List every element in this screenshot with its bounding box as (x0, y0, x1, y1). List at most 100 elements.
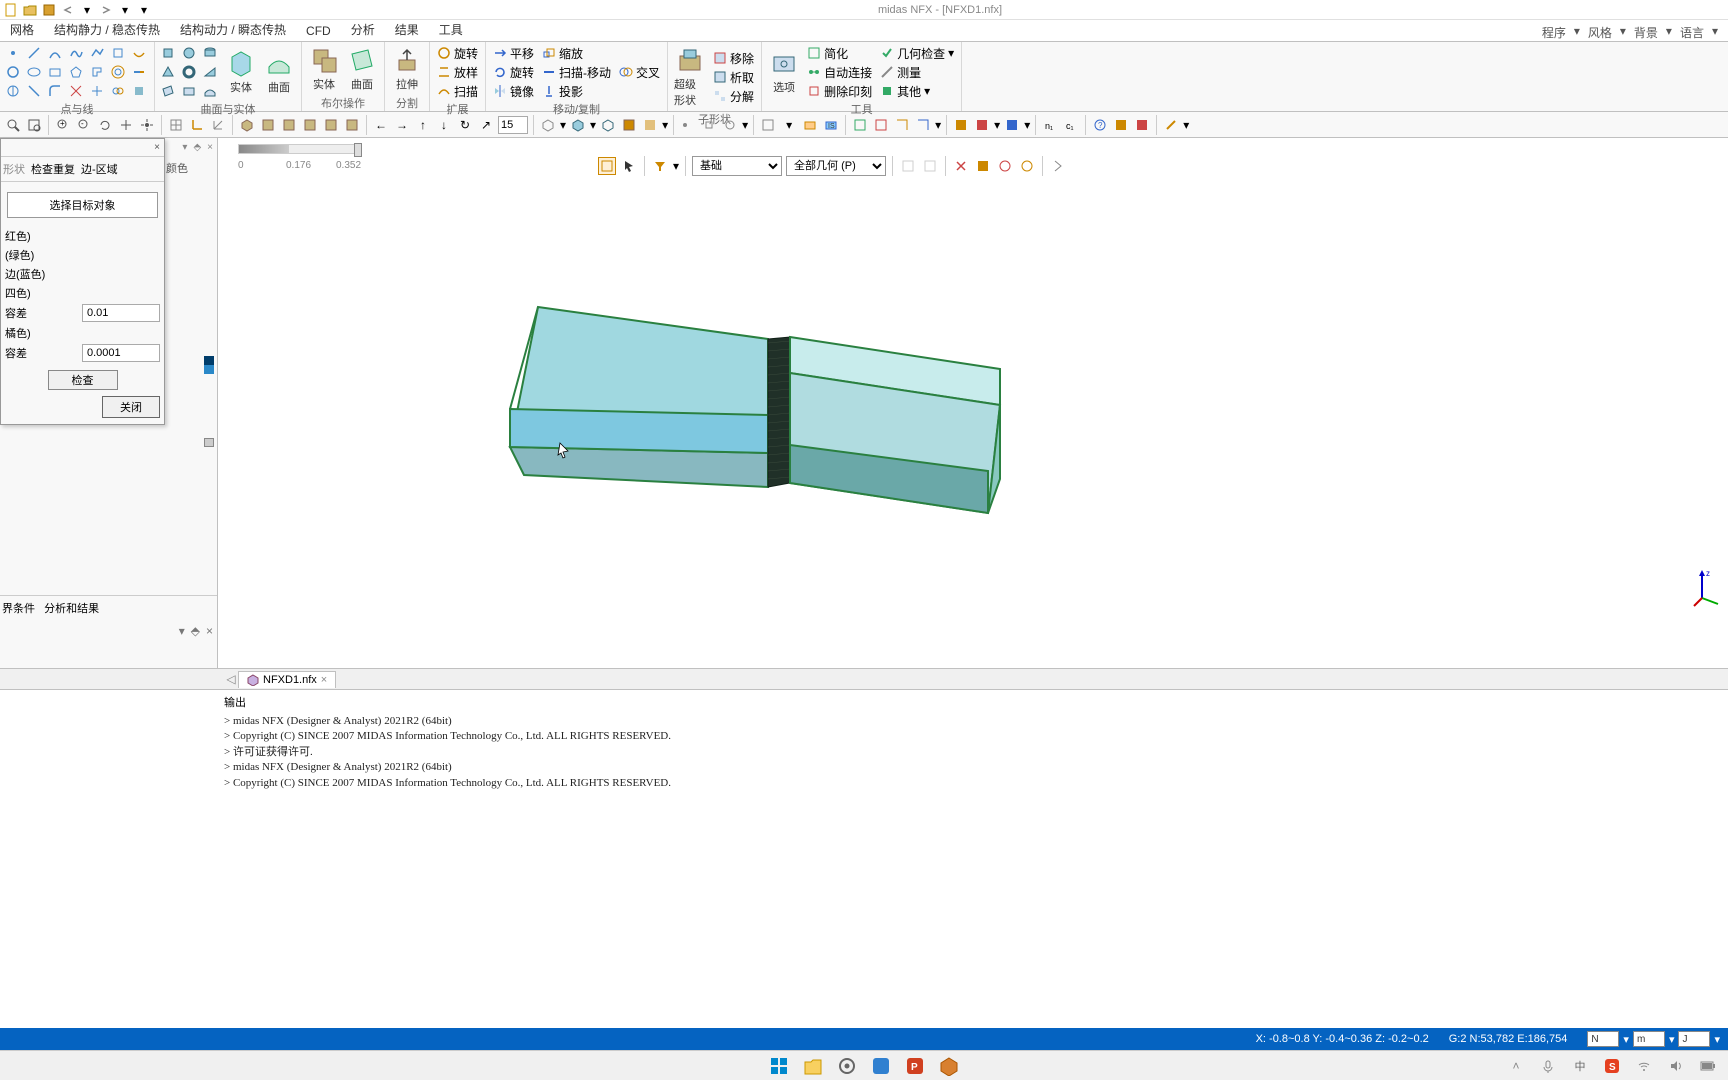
tab-analysis-results[interactable]: 分析和结果 (44, 603, 99, 615)
simplify-button[interactable]: 简化 (804, 44, 875, 62)
m4-icon[interactable] (914, 116, 932, 134)
right-icon[interactable] (322, 116, 340, 134)
trim-icon[interactable] (67, 82, 85, 100)
sel-arrow-icon[interactable] (620, 157, 638, 175)
extend-icon[interactable] (130, 63, 148, 81)
ruler-handle[interactable] (354, 143, 362, 157)
torus-icon[interactable] (180, 63, 198, 81)
close-button[interactable]: 关闭 (102, 396, 160, 418)
polyline-icon[interactable] (88, 44, 106, 62)
top-icon[interactable] (343, 116, 361, 134)
geocheck-button[interactable]: 几何检查▾ (877, 44, 957, 62)
edit-icon[interactable] (1162, 116, 1180, 134)
revolve-button[interactable]: 旋转 (434, 44, 481, 62)
point-icon[interactable] (4, 44, 22, 62)
n1-icon[interactable] (952, 116, 970, 134)
n5-icon[interactable]: c₁ (1062, 116, 1080, 134)
vp-f-icon[interactable] (1018, 157, 1036, 175)
mirror-button[interactable]: 镜像 (490, 82, 537, 100)
sphere-icon[interactable] (180, 44, 198, 62)
select-target[interactable]: 选择目标对象 (7, 192, 158, 218)
mic-icon[interactable] (1536, 1054, 1560, 1078)
options-button[interactable]: 选项 (766, 47, 802, 97)
ime-icon[interactable]: 中 (1568, 1054, 1592, 1078)
vp-d-icon[interactable] (974, 157, 992, 175)
document-tab[interactable]: NFXD1.nfx × (238, 671, 336, 688)
new-file-icon[interactable] (3, 2, 19, 18)
front-icon[interactable] (259, 116, 277, 134)
tab-edgeregion[interactable]: 边-区域 (81, 161, 118, 177)
tab-bc[interactable]: 界条件 (2, 603, 35, 615)
render-icon[interactable] (539, 116, 557, 134)
open-file-icon[interactable] (22, 2, 38, 18)
left-icon[interactable] (301, 116, 319, 134)
wire-icon[interactable] (599, 116, 617, 134)
center-icon[interactable] (138, 116, 156, 134)
arc-icon[interactable] (46, 44, 64, 62)
sketch-icon[interactable] (109, 44, 127, 62)
menu-program[interactable]: 程序 (1542, 24, 1566, 41)
tol2-input[interactable] (82, 344, 160, 362)
break-icon[interactable] (109, 82, 127, 100)
project-button[interactable]: 投影 (539, 82, 614, 100)
intersect-icon[interactable] (88, 82, 106, 100)
sweep-button[interactable]: 扫描 (434, 82, 481, 100)
nav-right-icon[interactable]: → (393, 116, 411, 134)
autoconnect-button[interactable]: 自动连接 (804, 63, 875, 81)
dropdown-icon[interactable]: ▾ (117, 2, 133, 18)
cone-icon[interactable] (159, 63, 177, 81)
panel-dropdown-icon[interactable]: ▾ (182, 142, 187, 153)
close-icon[interactable]: × (321, 674, 327, 686)
filter-select-1[interactable]: 基础 (692, 156, 782, 176)
undo-icon[interactable] (60, 2, 76, 18)
remove-button[interactable]: 移除 (710, 49, 757, 67)
powerpoint-icon[interactable]: P (903, 1054, 927, 1078)
start-icon[interactable] (767, 1054, 791, 1078)
tab-static[interactable]: 结构静力 / 稳态传热 (44, 18, 170, 41)
battery-icon[interactable] (1696, 1054, 1720, 1078)
tab-mesh[interactable]: 网格 (0, 18, 44, 41)
extract-button[interactable]: 析取 (710, 68, 757, 86)
settings-icon[interactable] (835, 1054, 859, 1078)
panel2-close-icon[interactable]: × (206, 624, 213, 638)
label2-icon[interactable]: IS (822, 116, 840, 134)
arc2-icon[interactable] (25, 82, 43, 100)
tol1-input[interactable] (82, 304, 160, 322)
tab-tools[interactable]: 工具 (429, 18, 473, 41)
m1-icon[interactable] (851, 116, 869, 134)
nav-down-icon[interactable]: ↓ (435, 116, 453, 134)
iso-icon[interactable] (238, 116, 256, 134)
imprint-button[interactable]: 删除印刻 (804, 82, 875, 100)
spline-icon[interactable] (67, 44, 85, 62)
panel2-dropdown-icon[interactable]: ▾ (179, 624, 185, 638)
dropdown-icon[interactable]: ▾ (79, 2, 95, 18)
customize-icon[interactable]: ▾ (136, 2, 152, 18)
zoom-out-icon[interactable]: - (75, 116, 93, 134)
panel2-pin-icon[interactable]: ⬘ (191, 624, 200, 638)
surface-button[interactable]: 曲面 (261, 47, 297, 97)
tab-cfd[interactable]: CFD (296, 21, 341, 41)
tray-up-icon[interactable]: ˄ (1504, 1054, 1528, 1078)
back-icon[interactable] (280, 116, 298, 134)
check-button[interactable]: 检查 (48, 370, 118, 390)
sogou-icon[interactable]: S (1600, 1054, 1624, 1078)
panel-pin-icon[interactable]: ⬘ (193, 142, 201, 153)
n4-icon[interactable]: n₁ (1041, 116, 1059, 134)
zoom-fit-icon[interactable] (4, 116, 22, 134)
shade-icon[interactable] (569, 116, 587, 134)
other-button[interactable]: 其他▾ (877, 82, 957, 100)
vp-e-icon[interactable] (996, 157, 1014, 175)
tab-results[interactable]: 结果 (385, 18, 429, 41)
close-icon[interactable]: × (154, 142, 160, 153)
viewport[interactable]: 0 0.176 0.352 ▾ 基础 全部几何 (P) (218, 138, 1728, 668)
nfx-icon[interactable] (937, 1054, 961, 1078)
save-icon[interactable] (41, 2, 57, 18)
rot-ccw-icon[interactable]: ↗ (477, 116, 495, 134)
filter-select-2[interactable]: 全部几何 (P) (786, 156, 886, 176)
angle-input[interactable] (498, 116, 528, 134)
volume-icon[interactable] (1664, 1054, 1688, 1078)
supershape-button[interactable]: 超级形状 (672, 44, 708, 110)
measure-button[interactable]: 测量 (877, 63, 957, 81)
line3-icon[interactable] (4, 82, 22, 100)
surf-icon[interactable] (201, 82, 219, 100)
